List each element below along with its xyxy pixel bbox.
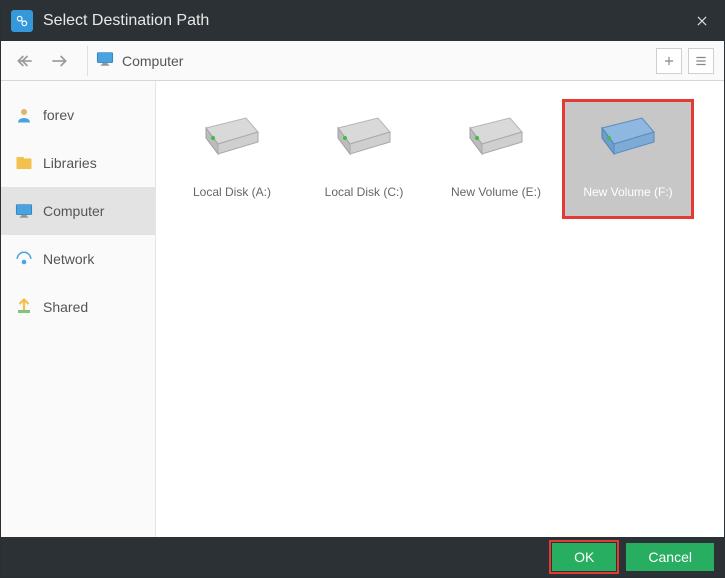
dialog-body: forev Libraries Computer xyxy=(1,81,724,537)
sidebar-item-libraries[interactable]: Libraries xyxy=(1,139,155,187)
sidebar-item-shared[interactable]: Shared xyxy=(1,283,155,331)
app-icon xyxy=(11,10,33,32)
toolbar: Computer xyxy=(1,41,724,81)
dialog-footer: OK Cancel xyxy=(1,537,724,577)
shared-icon xyxy=(15,298,33,316)
drive-icon xyxy=(596,114,660,163)
computer-icon xyxy=(15,202,33,220)
sidebar-item-label: Shared xyxy=(43,299,88,315)
breadcrumb-label: Computer xyxy=(122,53,183,69)
sidebar-item-computer[interactable]: Computer xyxy=(1,187,155,235)
breadcrumb[interactable]: Computer xyxy=(96,52,656,69)
sidebar-item-label: forev xyxy=(43,107,74,123)
drive-label: Local Disk (C:) xyxy=(325,185,404,199)
sidebar-item-user[interactable]: forev xyxy=(1,91,155,139)
drive-label: New Volume (F:) xyxy=(583,185,672,199)
user-icon xyxy=(15,106,33,124)
drive-grid: Local Disk (A:) Local Disk (C:) xyxy=(156,81,724,537)
drive-icon xyxy=(464,114,528,163)
computer-icon xyxy=(96,52,114,69)
sidebar-item-label: Computer xyxy=(43,203,104,219)
new-folder-button[interactable] xyxy=(656,48,682,74)
drive-item-selected[interactable]: New Volume (F:) xyxy=(562,99,694,219)
back-button[interactable] xyxy=(11,47,39,75)
drive-item[interactable]: Local Disk (C:) xyxy=(298,99,430,219)
dialog-title: Select Destination Path xyxy=(43,12,690,30)
forward-button[interactable] xyxy=(45,47,73,75)
sidebar-item-label: Network xyxy=(43,251,94,267)
close-button[interactable] xyxy=(690,9,714,33)
drive-icon xyxy=(332,114,396,163)
titlebar: Select Destination Path xyxy=(1,1,724,41)
dialog-window: Select Destination Path Computer xyxy=(0,0,725,578)
sidebar-item-network[interactable]: Network xyxy=(1,235,155,283)
network-icon xyxy=(15,250,33,268)
libraries-icon xyxy=(15,154,33,172)
drive-icon xyxy=(200,114,264,163)
toolbar-right xyxy=(656,48,714,74)
drive-label: New Volume (E:) xyxy=(451,185,541,199)
sidebar: forev Libraries Computer xyxy=(1,81,156,537)
drive-item[interactable]: New Volume (E:) xyxy=(430,99,562,219)
drive-label: Local Disk (A:) xyxy=(193,185,271,199)
sidebar-item-label: Libraries xyxy=(43,155,97,171)
cancel-button[interactable]: Cancel xyxy=(626,543,714,571)
drive-item[interactable]: Local Disk (A:) xyxy=(166,99,298,219)
ok-button[interactable]: OK xyxy=(552,543,616,571)
view-list-button[interactable] xyxy=(688,48,714,74)
toolbar-separator xyxy=(87,46,88,76)
